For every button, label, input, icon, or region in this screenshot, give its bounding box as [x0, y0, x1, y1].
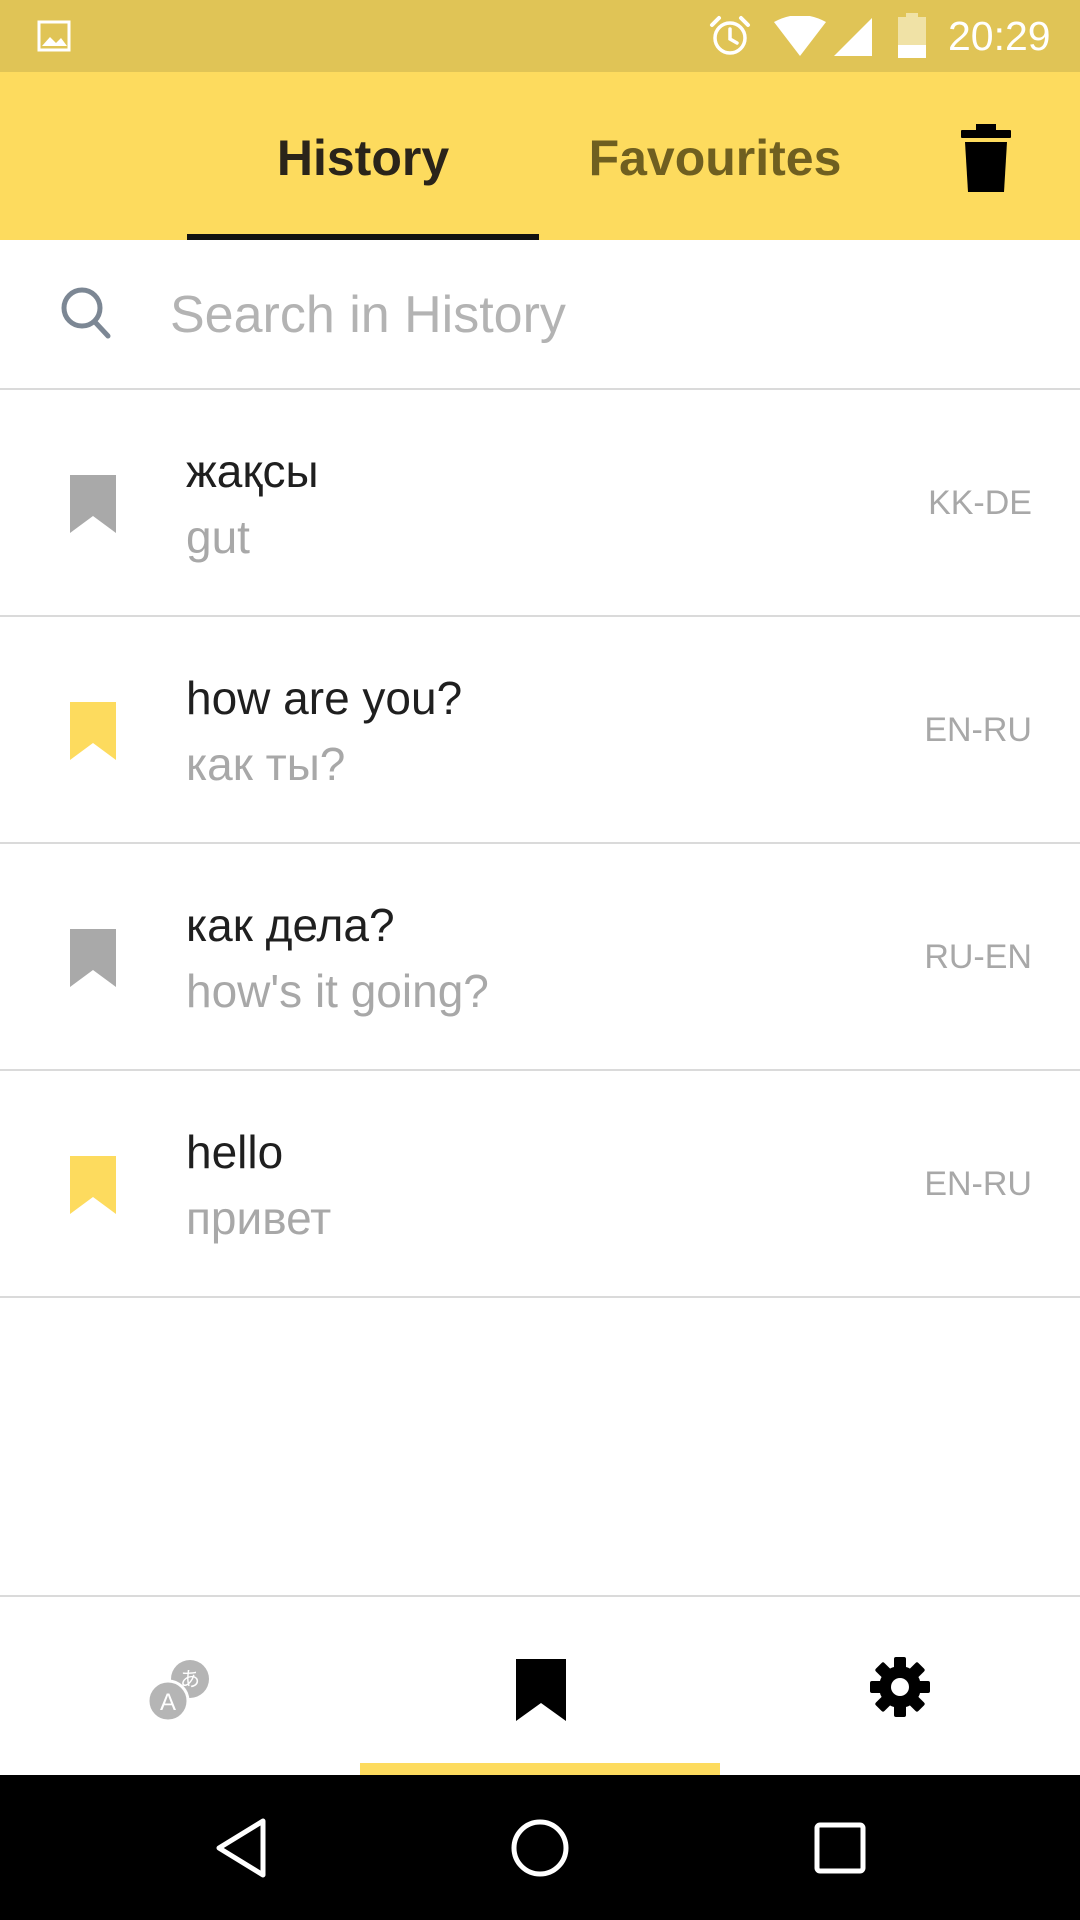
- cell-signal-icon: [834, 18, 872, 56]
- screen: 20:29 History Favourites жақсы gut KK-DE: [0, 0, 1080, 1920]
- search-bar: [0, 240, 1080, 390]
- item-translation-text: как ты?: [186, 738, 346, 790]
- search-input[interactable]: [170, 280, 1030, 350]
- nav-settings[interactable]: [720, 1597, 1080, 1777]
- bookmark-icon[interactable]: [70, 1156, 116, 1214]
- item-source-text: как дела?: [186, 899, 395, 951]
- item-language-pair: RU-EN: [924, 938, 1032, 976]
- bookmark-icon[interactable]: [70, 929, 116, 987]
- bookmark-icon: [516, 1659, 566, 1721]
- alarm-icon: [710, 16, 750, 55]
- item-translation-text: how's it going?: [186, 965, 489, 1017]
- tab-favourites[interactable]: Favourites: [560, 72, 870, 240]
- item-translation-text: привет: [186, 1192, 332, 1244]
- item-source-text: жақсы: [186, 445, 319, 497]
- image-notification-icon: [37, 20, 71, 52]
- status-bar: 20:29: [0, 0, 1080, 72]
- back-icon[interactable]: [205, 1813, 275, 1883]
- item-language-pair: KK-DE: [928, 484, 1032, 522]
- search-icon: [61, 287, 111, 339]
- bookmark-icon[interactable]: [70, 475, 116, 533]
- app-bar: History Favourites: [0, 72, 1080, 240]
- system-navigation-bar: [0, 1775, 1080, 1920]
- recents-icon[interactable]: [805, 1813, 875, 1883]
- trash-icon[interactable]: [958, 124, 1014, 192]
- tab-history[interactable]: History: [187, 72, 539, 240]
- history-list: жақсы gut KK-DE how are you? как ты? EN-…: [0, 390, 1080, 1298]
- bookmark-icon[interactable]: [70, 702, 116, 760]
- item-source-text: how are you?: [186, 672, 463, 724]
- nav-translate[interactable]: あ A: [0, 1597, 360, 1777]
- translate-icon: あ A: [146, 1660, 209, 1723]
- list-item[interactable]: how are you? как ты? EN-RU: [0, 617, 1080, 844]
- svg-text:A: A: [160, 1689, 176, 1716]
- home-icon[interactable]: [505, 1813, 575, 1883]
- battery-icon: [898, 13, 926, 58]
- settings-gear-icon: [870, 1657, 930, 1717]
- clock: 20:29: [948, 13, 1051, 59]
- item-source-text: hello: [186, 1126, 284, 1178]
- list-item[interactable]: жақсы gut KK-DE: [0, 390, 1080, 617]
- item-language-pair: EN-RU: [924, 711, 1032, 749]
- list-item[interactable]: как дела? how's it going? RU-EN: [0, 844, 1080, 1071]
- list-item[interactable]: hello привет EN-RU: [0, 1071, 1080, 1298]
- item-language-pair: EN-RU: [924, 1165, 1032, 1203]
- nav-history[interactable]: [360, 1597, 720, 1777]
- item-translation-text: gut: [186, 511, 250, 563]
- wifi-icon: [774, 16, 826, 56]
- bottom-navigation: あ A: [0, 1595, 1080, 1777]
